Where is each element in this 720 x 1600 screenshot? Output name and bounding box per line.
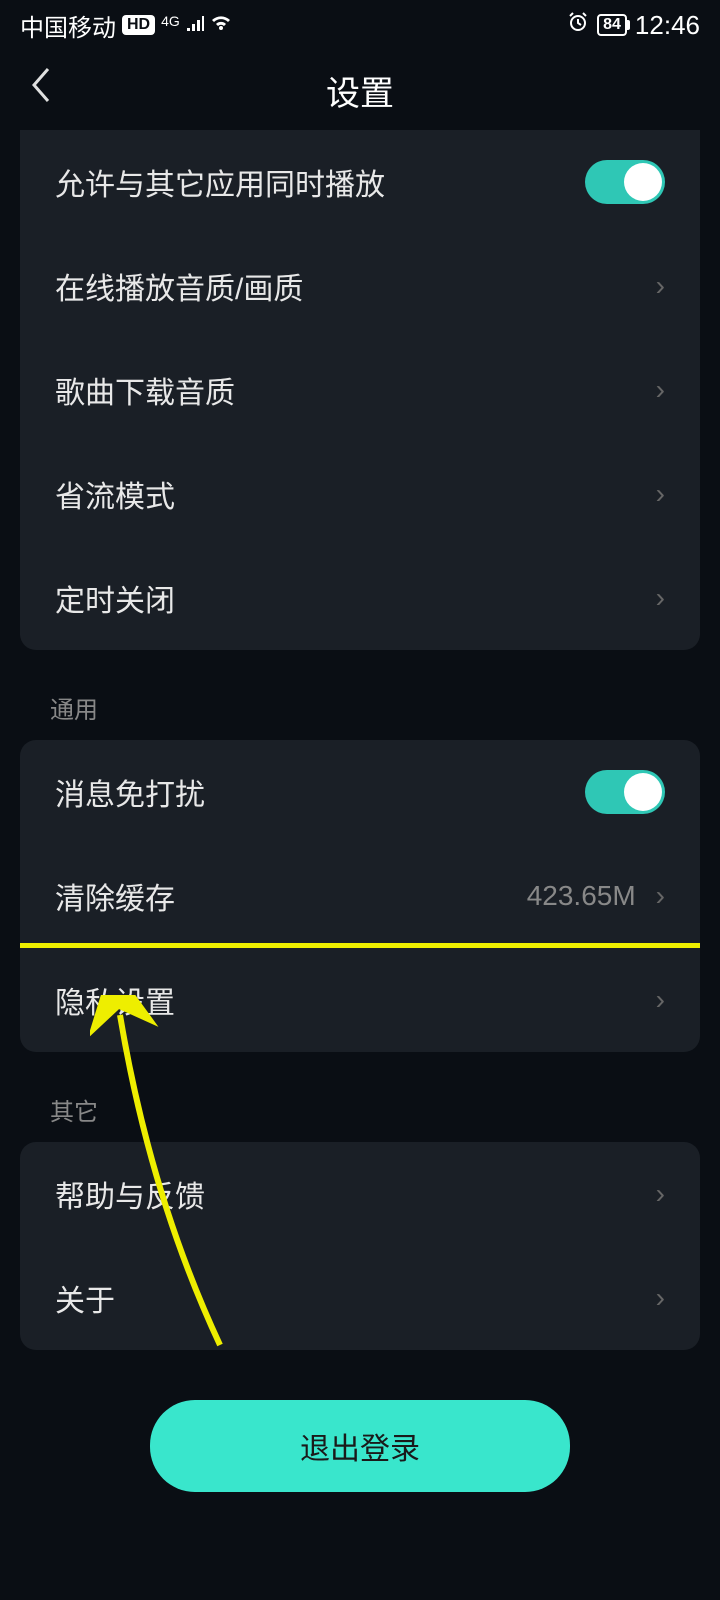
section-playback: 允许与其它应用同时播放 在线播放音质/画质 › 歌曲下载音质 › 省流模式 › … (20, 130, 700, 650)
toggle-allow-play[interactable] (585, 160, 665, 204)
status-right: 84 12:46 (567, 10, 700, 41)
chevron-right-icon: › (656, 270, 665, 302)
row-label: 歌曲下载音质 (55, 368, 235, 412)
cache-size-value: 423.65M (527, 880, 636, 912)
row-download-quality[interactable]: 歌曲下载音质 › (20, 338, 700, 442)
section-header-other: 其它 (20, 1072, 700, 1142)
row-clear-cache[interactable]: 清除缓存 423.65M › (20, 844, 700, 948)
section-other: 帮助与反馈 › 关于 › (20, 1142, 700, 1350)
status-bar: 中国移动 HD 4G 84 12:46 (0, 0, 720, 50)
section-general: 消息免打扰 清除缓存 423.65M › 隐私设置 › (20, 740, 700, 1052)
chevron-right-icon: › (656, 478, 665, 510)
section-header-general: 通用 (20, 670, 700, 740)
row-label: 省流模式 (55, 472, 175, 516)
signal-icon (186, 11, 204, 39)
row-label: 清除缓存 (55, 874, 175, 918)
row-about[interactable]: 关于 › (20, 1246, 700, 1350)
time-label: 12:46 (635, 10, 700, 41)
row-label: 定时关闭 (55, 576, 175, 620)
chevron-right-icon: › (656, 1178, 665, 1210)
row-label: 关于 (55, 1276, 115, 1320)
back-button[interactable] (30, 67, 52, 113)
row-label: 帮助与反馈 (55, 1172, 205, 1216)
network-label: 4G (161, 13, 180, 29)
chevron-right-icon: › (656, 880, 665, 912)
alarm-icon (567, 11, 589, 40)
chevron-right-icon: › (656, 582, 665, 614)
battery-icon: 84 (597, 14, 627, 36)
row-label: 在线播放音质/画质 (55, 264, 303, 308)
logout-button[interactable]: 退出登录 (150, 1400, 570, 1492)
row-sleep-timer[interactable]: 定时关闭 › (20, 546, 700, 650)
row-label: 隐私设置 (55, 978, 175, 1022)
chevron-right-icon: › (656, 374, 665, 406)
wifi-icon (210, 11, 232, 39)
hd-badge: HD (122, 15, 155, 35)
row-data-saver[interactable]: 省流模式 › (20, 442, 700, 546)
row-dnd[interactable]: 消息免打扰 (20, 740, 700, 844)
highlight-annotation: 隐私设置 › (20, 943, 700, 1052)
row-allow-simultaneous-play[interactable]: 允许与其它应用同时播放 (20, 130, 700, 234)
chevron-right-icon: › (656, 984, 665, 1016)
row-label: 消息免打扰 (55, 770, 205, 814)
page-title: 设置 (326, 66, 394, 115)
row-help-feedback[interactable]: 帮助与反馈 › (20, 1142, 700, 1246)
row-online-quality[interactable]: 在线播放音质/画质 › (20, 234, 700, 338)
chevron-right-icon: › (656, 1282, 665, 1314)
row-label: 允许与其它应用同时播放 (55, 160, 385, 204)
toggle-dnd[interactable] (585, 770, 665, 814)
row-privacy-settings[interactable]: 隐私设置 › (20, 948, 700, 1052)
status-left: 中国移动 HD 4G (20, 8, 232, 43)
header-bar: 设置 (0, 50, 720, 130)
carrier-label: 中国移动 (20, 8, 116, 43)
